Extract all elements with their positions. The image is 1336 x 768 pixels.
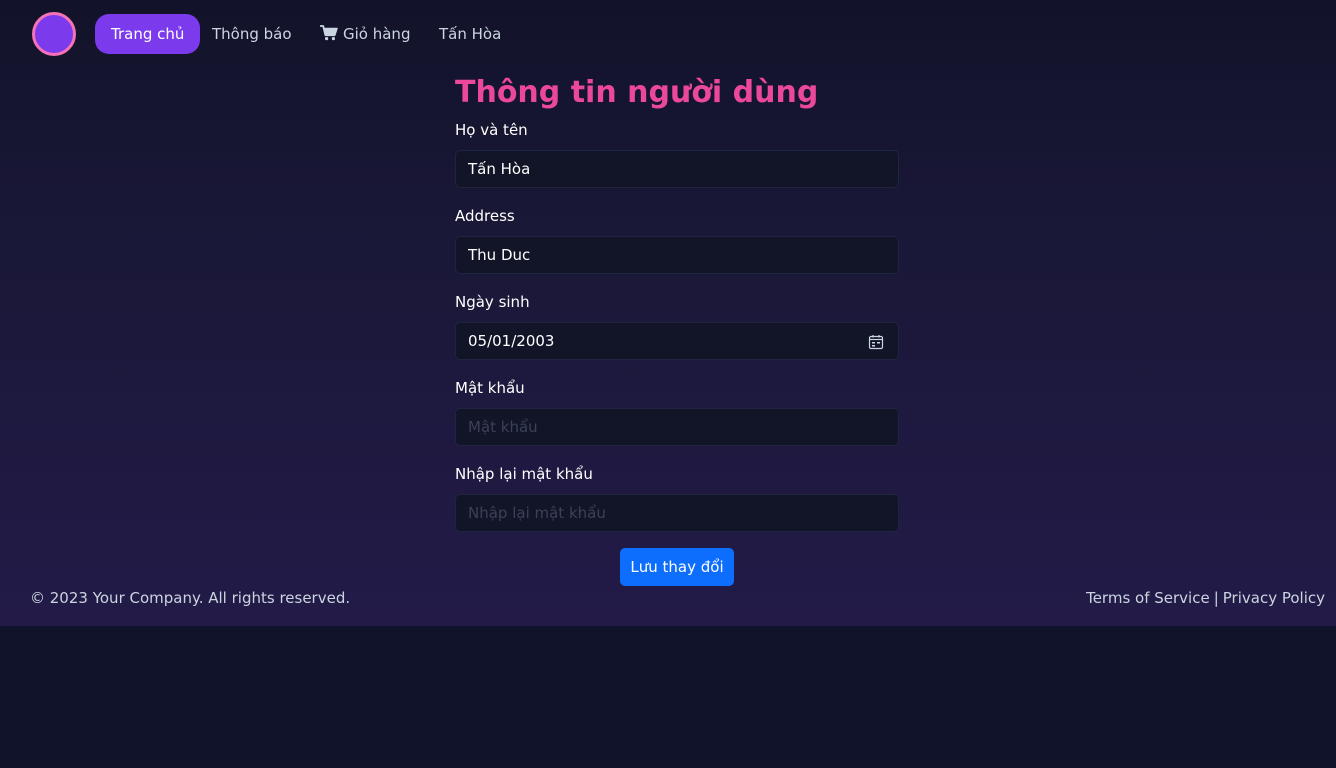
address-label: Address — [455, 207, 515, 225]
address-field — [455, 236, 899, 274]
navbar: Trang chủ Thông báo Giỏ hàng Tấn Hòa — [0, 0, 1336, 68]
nav-cart[interactable]: Giỏ hàng — [320, 14, 410, 54]
nav-home[interactable]: Trang chủ — [95, 14, 201, 54]
nav-home-label: Trang chủ — [111, 25, 185, 43]
nav-user[interactable]: Tấn Hòa — [439, 14, 501, 54]
save-button[interactable]: Lưu thay đổi — [620, 548, 734, 586]
confirm-password-field — [455, 494, 899, 532]
footer-links: Terms of Service | Privacy Policy — [1086, 588, 1325, 608]
password-field — [455, 408, 899, 446]
logo[interactable] — [32, 12, 76, 56]
nav-notifications-label: Thông báo — [212, 25, 292, 43]
terms-link[interactable]: Terms of Service — [1086, 589, 1210, 607]
confirm-password-label: Nhập lại mật khẩu — [455, 465, 593, 483]
nav-notifications[interactable]: Thông báo — [212, 14, 292, 54]
password-label: Mật khẩu — [455, 379, 525, 397]
nav-cart-label: Giỏ hàng — [343, 25, 411, 43]
confirm-password-input[interactable] — [456, 495, 898, 531]
user-info-form: Thông tin người dùng Họ và tên Address N… — [455, 72, 899, 586]
password-input[interactable] — [456, 409, 898, 445]
privacy-link[interactable]: Privacy Policy — [1223, 589, 1325, 607]
fullname-input[interactable] — [456, 151, 898, 187]
cart-icon — [320, 25, 338, 41]
nav-user-label: Tấn Hòa — [439, 25, 502, 43]
app: Trang chủ Thông báo Giỏ hàng Tấn Hòa Thô… — [0, 0, 1336, 626]
address-input[interactable] — [456, 237, 898, 273]
page-title: Thông tin người dùng — [455, 75, 819, 110]
fullname-field — [455, 150, 899, 188]
calendar-icon[interactable] — [868, 334, 884, 350]
birthday-label: Ngày sinh — [455, 293, 530, 311]
fullname-label: Họ và tên — [455, 121, 528, 139]
footer-separator: | — [1213, 589, 1219, 607]
birthday-field — [455, 322, 899, 360]
birthday-input[interactable] — [456, 323, 898, 359]
footer-copyright: © 2023 Your Company. All rights reserved… — [30, 589, 351, 607]
